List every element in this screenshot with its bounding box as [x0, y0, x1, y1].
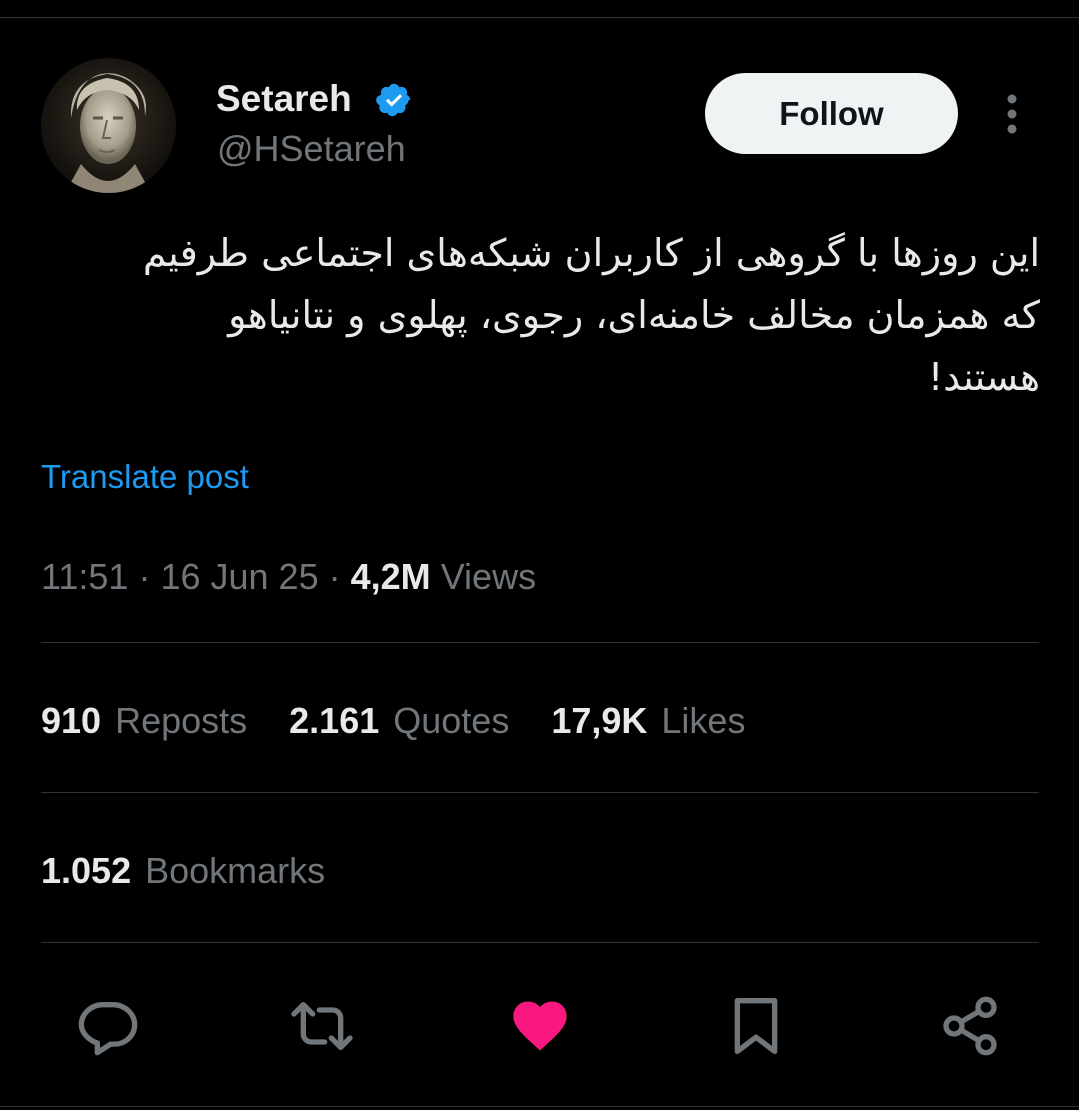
like-icon[interactable] — [508, 994, 572, 1058]
engagement-stats: 910 Reposts 2.161 Quotes 17,9K Likes — [41, 700, 787, 742]
bookmarks-stat[interactable]: 1.052 Bookmarks — [41, 850, 325, 892]
likes-label: Likes — [661, 700, 746, 741]
avatar-icon — [41, 58, 176, 193]
handle[interactable]: @HSetareh — [217, 128, 406, 170]
tweet-date[interactable]: 16 Jun 25 — [160, 556, 318, 597]
quotes-count: 2.161 — [289, 700, 380, 741]
display-name[interactable]: Setareh — [216, 78, 352, 120]
divider — [41, 942, 1039, 943]
divider — [41, 642, 1039, 643]
quotes-stat[interactable]: 2.161 Quotes — [289, 700, 509, 742]
follow-button[interactable]: Follow — [705, 73, 958, 154]
reposts-stat[interactable]: 910 Reposts — [41, 700, 247, 742]
divider — [41, 792, 1039, 793]
bookmarks-count: 1.052 — [41, 850, 132, 891]
views-label: Views — [440, 556, 537, 597]
more-options-icon[interactable] — [998, 90, 1026, 138]
views-count: 4,2M — [350, 556, 431, 597]
tweet-page: Setareh @HSetareh Follow این روزها با گر… — [0, 0, 1079, 1110]
bottom-divider — [0, 1106, 1079, 1107]
likes-count: 17,9K — [551, 700, 648, 741]
tweet-metadata: 11:51 · 16 Jun 25 · 4,2M Views — [41, 556, 536, 598]
tweet-text-line: که همزمان مخالف خامنه‌ای، رجوی، پهلوی و … — [228, 293, 1040, 337]
top-divider — [0, 17, 1079, 18]
tweet-text-line: هستند! — [927, 355, 1040, 399]
share-icon[interactable] — [938, 994, 1002, 1058]
reposts-count: 910 — [41, 700, 102, 741]
likes-stat[interactable]: 17,9K Likes — [551, 700, 745, 742]
avatar[interactable] — [41, 58, 176, 193]
translate-post-link[interactable]: Translate post — [41, 458, 249, 496]
repost-icon[interactable] — [290, 994, 354, 1058]
reposts-label: Reposts — [115, 700, 248, 741]
tweet-text-line: این روزها با گروهی از کاربران شبکه‌های ا… — [142, 231, 1040, 275]
separator: · — [328, 556, 341, 597]
quotes-label: Quotes — [393, 700, 510, 741]
separator: · — [138, 556, 151, 597]
bookmarks-label: Bookmarks — [145, 850, 326, 891]
tweet-time[interactable]: 11:51 — [41, 556, 128, 597]
verified-badge-icon — [376, 83, 411, 117]
tweet-text: این روزها با گروهی از کاربران شبکه‌های ا… — [60, 222, 1040, 408]
reply-icon[interactable] — [76, 994, 140, 1058]
bookmark-icon[interactable] — [724, 994, 788, 1058]
